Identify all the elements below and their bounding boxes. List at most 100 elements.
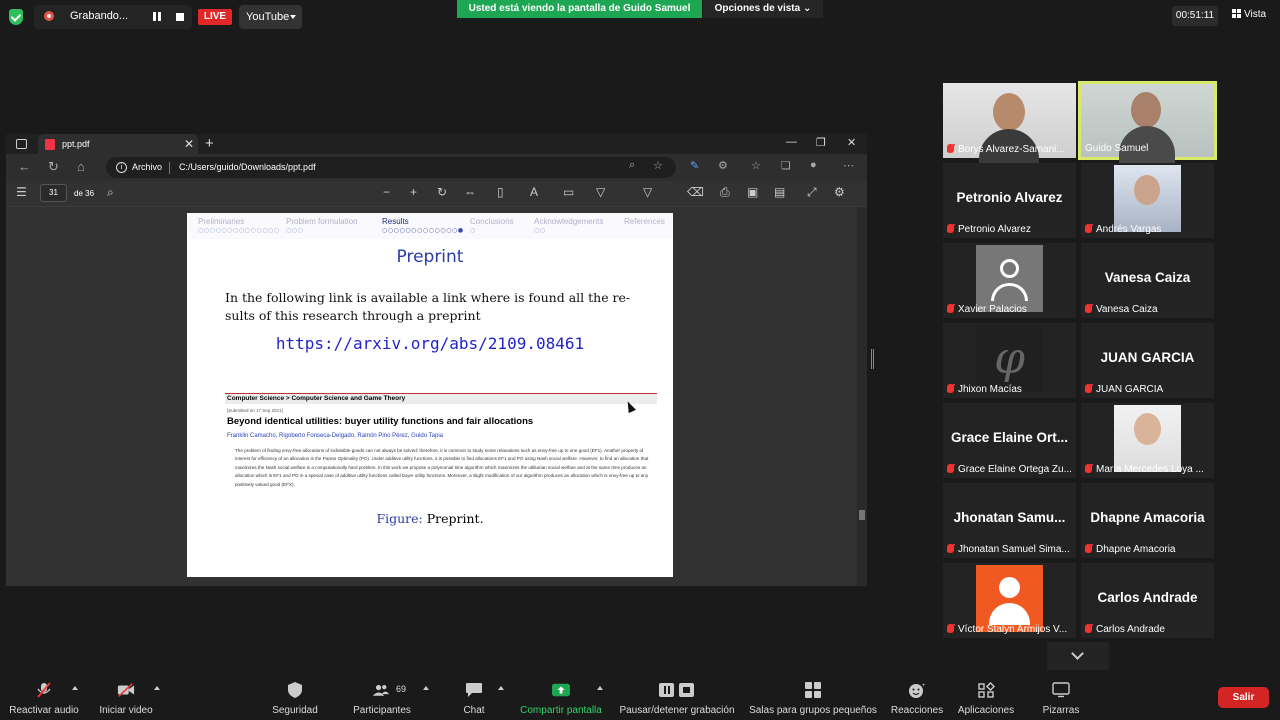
meeting-top-bar: Grabando... LIVE YouTube Usted está vien… — [0, 0, 1280, 34]
fit-page-icon[interactable]: ⇔ — [464, 185, 476, 199]
live-badge: LIVE — [198, 9, 232, 25]
browser-tab-ppt[interactable]: ppt.pdf — [38, 134, 198, 154]
favorite-icon[interactable]: ☆ — [653, 159, 663, 172]
pause-recording-icon[interactable] — [153, 12, 161, 21]
breakout-rooms-button[interactable]: Salas para grupos pequeños — [746, 674, 880, 720]
nav-references[interactable]: References — [624, 217, 665, 226]
nav-preliminaries[interactable]: Preliminaries — [198, 217, 244, 226]
save-icon[interactable]: ▣ — [747, 185, 758, 199]
apps-button[interactable]: Aplicaciones — [954, 674, 1018, 720]
participant-tile[interactable]: Andrés Vargas — [1081, 163, 1214, 238]
search-icon[interactable]: ⌕ — [107, 185, 114, 200]
rotate-icon[interactable]: ↻ — [437, 185, 447, 199]
new-tab-icon[interactable]: + — [205, 135, 214, 152]
view-button[interactable]: Vista — [1232, 9, 1266, 20]
favorites-bar-icon[interactable]: ☆ — [751, 159, 761, 172]
participant-display-name: JUAN GARCIA — [1100, 350, 1195, 365]
participant-tile[interactable]: Víctor Stalyn Armijos V... — [943, 563, 1076, 638]
encryption-shield-icon[interactable] — [9, 9, 23, 25]
table-of-contents-icon[interactable]: ☰ — [16, 185, 27, 199]
participant-tile-active[interactable]: Guido Samuel — [1078, 81, 1217, 166]
participant-tile[interactable]: Carlos Andrade Carlos Andrade — [1081, 563, 1214, 638]
start-video-label: Iniciar video — [99, 705, 153, 716]
leave-meeting-button[interactable]: Salir — [1218, 687, 1269, 708]
settings-gear-icon[interactable]: ⚙ — [834, 185, 845, 199]
page-view-icon[interactable]: ▯ — [497, 185, 504, 199]
unmute-button[interactable]: Reactivar audio — [4, 674, 84, 720]
participant-tile[interactable]: Borys Alvarez-Samani... — [943, 83, 1076, 169]
fullscreen-icon[interactable]: ⤢ — [807, 185, 817, 200]
stop-recording-icon[interactable] — [176, 13, 184, 21]
participant-name: Vanesa Caiza — [1085, 304, 1158, 315]
zoom-out-icon[interactable]: − — [383, 185, 390, 199]
save-as-icon[interactable]: ▤ — [774, 185, 785, 199]
close-tab-icon[interactable]: ✕ — [184, 137, 194, 151]
muted-mic-icon — [37, 682, 51, 698]
minimize-icon[interactable]: — — [786, 136, 797, 148]
zoom-in-icon[interactable]: + — [410, 185, 417, 199]
collections-icon[interactable]: ❏ — [781, 159, 791, 172]
figure-label: Figure: — [376, 511, 423, 526]
participants-options-chevron-icon[interactable] — [423, 686, 429, 690]
whiteboards-button[interactable]: Pizarras — [1034, 674, 1088, 720]
extensions-icon[interactable]: ⚙ — [718, 159, 728, 172]
tab-actions-icon[interactable] — [16, 139, 27, 149]
muted-mic-icon — [947, 624, 954, 633]
close-window-icon[interactable]: ✕ — [847, 136, 856, 149]
highlight-icon[interactable]: ▽ — [643, 185, 652, 199]
back-icon[interactable]: ← — [18, 159, 31, 174]
info-icon[interactable]: i — [116, 162, 127, 173]
nav-acknowledgements[interactable]: Acknowledgements — [534, 217, 603, 226]
participant-tile[interactable]: JUAN GARCIA JUAN GARCIA — [1081, 323, 1214, 398]
chat-options-chevron-icon[interactable] — [498, 686, 504, 690]
figure-caption: Figure: Preprint. — [187, 511, 673, 526]
refresh-icon[interactable]: ↻ — [48, 159, 59, 175]
whiteboard-icon — [1052, 682, 1070, 698]
zoom-icon[interactable]: ⌕ — [629, 159, 635, 172]
draw-icon[interactable]: ▽ — [596, 185, 605, 199]
scrollbar-thumb[interactable] — [859, 510, 865, 520]
stream-target-dropdown[interactable]: YouTube — [239, 5, 302, 29]
add-text-icon[interactable]: ▭ — [563, 185, 574, 199]
participant-name: Borys Alvarez-Samani... — [947, 144, 1065, 155]
participant-tile[interactable]: Xavier Palacios — [943, 243, 1076, 318]
page-number-input[interactable]: 31 — [40, 184, 67, 202]
participant-tile[interactable]: Jhonatan Samu... Jhonatan Samuel Sima... — [943, 483, 1076, 558]
profile-icon[interactable]: ● — [810, 159, 817, 171]
nav-conclusions[interactable]: Conclusions — [470, 217, 514, 226]
arxiv-link[interactable]: https://arxiv.org/abs/2109.08461 — [187, 334, 673, 353]
participant-name: Petronio Alvarez — [947, 224, 1031, 235]
security-button[interactable]: Seguridad — [264, 674, 326, 720]
pause-stop-recording-button[interactable]: Pausar/detener grabación — [614, 674, 740, 720]
chat-button[interactable]: Chat — [450, 674, 498, 720]
participant-tile[interactable]: María Mercedes Loya ... — [1081, 403, 1214, 478]
panel-resize-handle[interactable] — [871, 349, 874, 369]
share-options-chevron-icon[interactable] — [597, 686, 603, 690]
participants-button[interactable]: 69 Participantes — [348, 674, 416, 720]
recording-dot-icon — [44, 11, 54, 21]
more-menu-icon[interactable]: ⋯ — [843, 159, 854, 172]
nav-results[interactable]: Results — [382, 217, 409, 226]
read-aloud-icon[interactable]: A — [530, 185, 538, 199]
participant-tile[interactable]: φ Jhixon Macías — [943, 323, 1076, 398]
gallery-next-page-icon[interactable] — [1047, 642, 1109, 670]
participant-tile[interactable]: Grace Elaine Ort... Grace Elaine Ortega … — [943, 403, 1076, 478]
print-icon[interactable]: ⎙ — [720, 185, 730, 200]
vertical-scrollbar[interactable] — [857, 207, 867, 586]
start-video-button[interactable]: Iniciar video — [90, 674, 162, 720]
erase-icon[interactable]: ⌫ — [687, 185, 704, 199]
nav-problem-formulation[interactable]: Problem formulation — [286, 217, 358, 226]
share-screen-button[interactable]: Compartir pantalla — [516, 674, 606, 720]
meeting-timer: 00:51:11 — [1172, 6, 1218, 26]
maximize-icon[interactable]: ❐ — [816, 136, 826, 149]
reactions-button[interactable]: + Reacciones — [888, 674, 946, 720]
participant-tile[interactable]: Vanesa Caiza Vanesa Caiza — [1081, 243, 1214, 318]
participant-tile[interactable]: Dhapne Amacoria Dhapne Amacoria — [1081, 483, 1214, 558]
participant-tile[interactable]: Petronio Alvarez Petronio Alvarez — [943, 163, 1076, 238]
whiteboards-label: Pizarras — [1042, 705, 1080, 716]
pen-extension-icon[interactable]: ✎ — [690, 159, 699, 172]
audio-options-chevron-icon[interactable] — [72, 686, 78, 690]
home-icon[interactable]: ⌂ — [77, 159, 85, 174]
video-options-chevron-icon[interactable] — [154, 686, 160, 690]
view-options-button[interactable]: Opciones de vista ⌄ — [703, 0, 823, 18]
